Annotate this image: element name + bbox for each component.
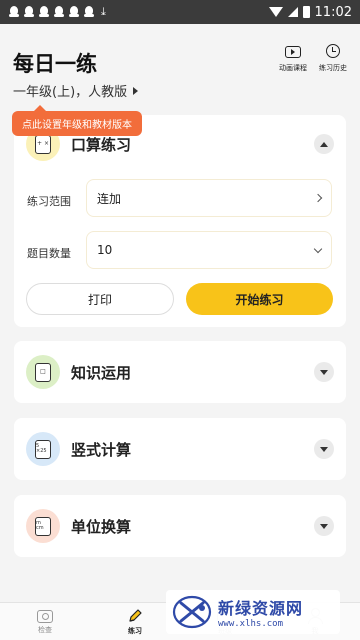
triangle-down-icon	[320, 523, 328, 529]
knowledge-card[interactable]: □ 知识运用	[14, 341, 346, 403]
nav-check-label: 检查	[38, 626, 52, 634]
unit-conversion-card[interactable]: m cm 单位换算	[14, 495, 346, 557]
oral-calc-title: 口算练习	[71, 135, 132, 154]
caret-right-icon	[133, 86, 139, 95]
qq-notification-icon	[38, 6, 50, 18]
count-value: 10	[97, 243, 113, 257]
qq-notification-icon	[23, 6, 35, 18]
download-icon: ⤓	[101, 5, 106, 18]
page-title: 每日一练	[13, 52, 97, 76]
video-play-icon	[285, 46, 301, 58]
triangle-down-icon	[320, 369, 328, 375]
page-header: 每日一练 一年级(上)，人教版 动画课程 练习历史	[0, 24, 360, 124]
chevron-down-icon	[313, 244, 323, 253]
battery-icon	[302, 6, 310, 18]
animation-course-label: 动画课程	[279, 64, 307, 72]
signal-icon	[287, 7, 298, 17]
triangle-up-icon	[320, 141, 328, 147]
range-value: 连加	[97, 191, 122, 206]
chevron-right-icon	[313, 193, 323, 203]
qq-notification-icon	[68, 6, 80, 18]
watermark: 新绿资源网 www.xlhs.com	[166, 590, 340, 634]
clock-icon	[326, 44, 340, 58]
unit-conversion-icon: m cm	[26, 509, 60, 543]
range-selector[interactable]: 连加	[86, 179, 332, 217]
count-label: 题目数量	[27, 247, 71, 260]
expand-button[interactable]	[314, 516, 334, 536]
notification-icons: ⤓	[8, 5, 106, 19]
expand-button[interactable]	[314, 362, 334, 382]
grade-text: 一年级(上)，人教版	[13, 85, 128, 100]
vertical-calc-card[interactable]: 5 ×25 竖式计算	[14, 418, 346, 480]
unit-conversion-title: 单位换算	[71, 517, 132, 536]
practice-history-button[interactable]: 练习历史	[313, 44, 353, 73]
watermark-text: 新绿资源网	[218, 599, 304, 618]
watermark-url: www.xlhs.com	[218, 619, 284, 629]
practice-history-label: 练习历史	[319, 64, 347, 72]
knowledge-title: 知识运用	[71, 363, 132, 382]
wifi-icon	[268, 7, 283, 17]
vertical-calc-title: 竖式计算	[71, 440, 132, 459]
print-button[interactable]: 打印	[26, 283, 174, 315]
expand-button[interactable]	[314, 439, 334, 459]
qq-notification-icon	[8, 6, 20, 18]
vertical-calc-icon: 5 ×25	[26, 432, 60, 466]
collapse-button[interactable]	[314, 134, 334, 154]
knowledge-icon: □	[26, 355, 60, 389]
grade-tooltip[interactable]: 点此设置年级和教材版本	[12, 105, 142, 136]
animation-course-button[interactable]: 动画课程	[273, 44, 313, 73]
status-time: 11:02	[314, 4, 352, 20]
start-practice-button[interactable]: 开始练习	[186, 283, 333, 315]
qq-notification-icon	[53, 6, 65, 18]
grade-selector[interactable]: 一年级(上)，人教版	[13, 81, 139, 100]
oral-calc-card: + × 口算练习 练习范围 连加 题目数量 10 打印 开始练习	[14, 115, 346, 327]
status-bar: ⤓ 11:02	[0, 0, 360, 24]
watermark-logo-icon	[172, 595, 212, 629]
range-label: 练习范围	[27, 195, 71, 208]
camera-icon	[37, 610, 53, 623]
nav-check[interactable]: 检查	[0, 603, 90, 640]
qq-notification-icon	[83, 6, 95, 18]
count-dropdown[interactable]: 10	[86, 231, 332, 269]
pencil-icon	[129, 608, 142, 622]
nav-practice-label: 练习	[128, 626, 142, 635]
triangle-down-icon	[320, 446, 328, 452]
